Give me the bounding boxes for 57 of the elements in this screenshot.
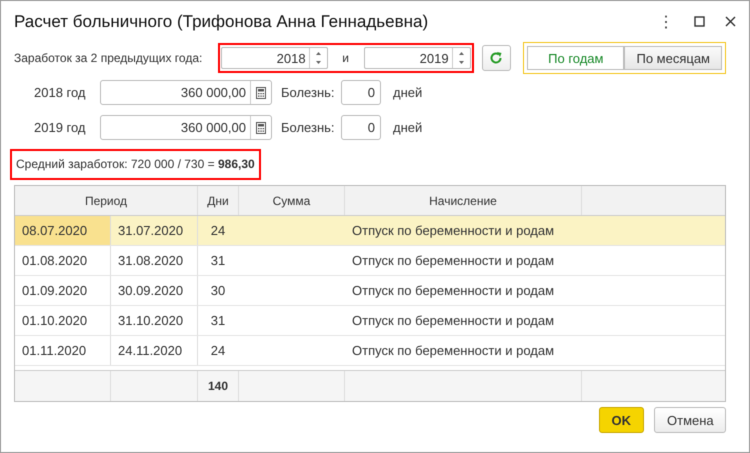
- mode-tab[interactable]: По месяцам: [624, 46, 722, 70]
- table-cell-text: Отпуск по беременности и родам: [351, 342, 556, 360]
- mode-tab[interactable]: По годам: [527, 46, 624, 70]
- table-cell: 01.11.2020: [15, 336, 111, 365]
- close-icon[interactable]: [725, 16, 736, 26]
- illness-label: Болезнь:: [281, 85, 336, 100]
- refresh-icon: [489, 51, 504, 65]
- maximize-icon[interactable]: [694, 16, 705, 26]
- column-header[interactable]: Дни: [198, 186, 239, 215]
- table-cell-text: Отпуск по беременности и родам: [351, 252, 556, 270]
- illness-days-field[interactable]: 0: [341, 115, 381, 140]
- cancel-button[interactable]: Отмена: [654, 407, 726, 433]
- illness-days-field[interactable]: 0: [341, 80, 381, 105]
- earnings-field[interactable]: 360 000,00: [100, 115, 272, 140]
- calculator-icon[interactable]: [256, 86, 266, 98]
- more-menu-button[interactable]: ⋮: [658, 12, 674, 30]
- table-cell-text: 24: [210, 342, 226, 360]
- column-header[interactable]: Период: [15, 186, 198, 215]
- window-title: Расчет больничного (Трифонова Анна Геннадьевна): [14, 11, 428, 32]
- table-cell-text: 24: [210, 222, 226, 240]
- illness-label: Болезнь:: [281, 120, 336, 135]
- table-cell: 01.08.2020: [15, 246, 111, 275]
- year-label: 2019 год: [33, 120, 87, 135]
- ok-button[interactable]: OK: [598, 407, 644, 433]
- table-row[interactable]: 01.11.2020 24.11.2020 24 Отпуск по беременности и родам: [15, 336, 725, 366]
- table-cell: 31.08.2020: [111, 246, 198, 275]
- table-cell: 31.07.2020: [111, 216, 198, 245]
- year-label: 2018 год: [33, 85, 87, 100]
- table-cell-text: 31: [210, 252, 226, 270]
- table-cell: 31.10.2020: [111, 306, 198, 335]
- table-cell-text: 31: [210, 312, 226, 330]
- table-cell-text: Отпуск по беременности и родам: [351, 312, 556, 330]
- table-row[interactable]: 01.10.2020 31.10.2020 31 Отпуск по беременности и родам: [15, 306, 725, 336]
- total-days-cell: 140: [198, 371, 239, 401]
- table-row[interactable]: 01.09.2020 30.09.2020 30 Отпуск по беременности и родам: [15, 276, 725, 306]
- column-header[interactable]: Сумма: [239, 186, 345, 215]
- table-cell-text: Отпуск по беременности и родам: [351, 222, 556, 240]
- table-cell: 30.09.2020: [111, 276, 198, 305]
- table-cell: 24.11.2020: [111, 336, 198, 365]
- separator-text: и: [341, 51, 350, 65]
- earnings-field[interactable]: 360 000,00: [100, 80, 272, 105]
- table-cell-text: Отпуск по беременности и родам: [351, 282, 556, 300]
- year-field[interactable]: 2018: [220, 47, 328, 69]
- calculator-icon[interactable]: [256, 122, 266, 134]
- refresh-button[interactable]: [482, 45, 512, 71]
- table-cell-text: 30: [210, 282, 226, 300]
- average-earnings-text: Средний заработок: 720 000 / 730 = 986,30: [10, 148, 261, 180]
- table-cell: 01.09.2020: [15, 276, 111, 305]
- table-row[interactable]: 08.07.2020 31.07.2020 24 Отпуск по беременности и родам: [15, 216, 725, 246]
- table-cell: 01.10.2020: [15, 306, 111, 335]
- earnings-period-label: Заработок за 2 предыдущих года:: [14, 51, 204, 65]
- column-header[interactable]: Начисление: [345, 186, 582, 215]
- table-cell: 08.07.2020: [15, 216, 111, 245]
- days-unit-label: дней: [393, 85, 422, 100]
- year-field[interactable]: 2019: [364, 47, 471, 69]
- days-unit-label: дней: [393, 120, 422, 135]
- table-row[interactable]: 01.08.2020 31.08.2020 31 Отпуск по беременности и родам: [15, 246, 725, 276]
